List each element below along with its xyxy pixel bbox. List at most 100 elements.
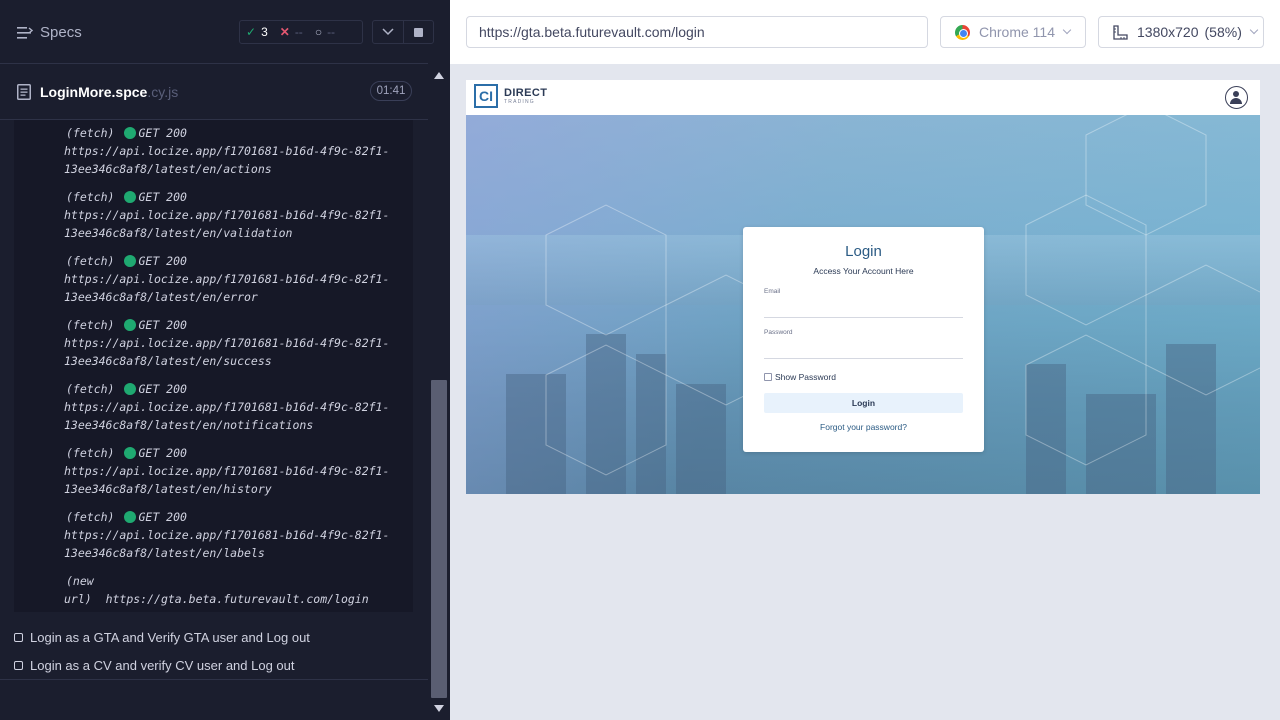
log-url: https://api.locize.app/f1701681-b16d-4f9… — [64, 208, 390, 240]
log-kind: (fetch) — [66, 446, 115, 460]
x-icon: ✕ — [279, 25, 290, 39]
login-subtitle: Access Your Account Here — [813, 266, 914, 276]
browser-name: Chrome 114 — [979, 24, 1056, 40]
stop-button[interactable] — [402, 21, 433, 43]
status-dot-icon — [124, 255, 137, 267]
log-url: https://api.locize.app/f1701681-b16d-4f9… — [64, 528, 390, 560]
cypress-runner: Specs ✓ 3 ✕ -- ○ -- LoginMore.spce.cy.js… — [0, 0, 1280, 720]
chevron-down-icon — [1062, 25, 1072, 35]
reporter-panel: Specs ✓ 3 ✕ -- ○ -- LoginMore.spce.cy.js… — [0, 0, 450, 720]
log-entry[interactable]: (fetch) GET 200 https://api.locize.app/f1… — [64, 252, 390, 306]
chevron-down-icon — [382, 28, 394, 36]
login-card: Login Access Your Account Here Email Pas… — [743, 227, 984, 452]
status-dot-icon — [124, 127, 137, 139]
log-url: https://api.locize.app/f1701681-b16d-4f9… — [64, 336, 390, 368]
url-field[interactable]: https://gta.beta.futurevault.com/login — [466, 16, 928, 48]
password-field[interactable] — [764, 345, 963, 359]
test-stats: ✓ 3 ✕ -- ○ -- — [239, 20, 363, 44]
collapse-button[interactable] — [373, 21, 403, 43]
log-kind: (fetch) — [66, 510, 115, 524]
spec-filename-base: LoginMore.spce — [40, 84, 148, 100]
new-url-label-1: (new — [66, 574, 94, 588]
log-kind: (fetch) — [66, 254, 115, 268]
status-dot-icon — [124, 319, 137, 331]
test-status-icon — [14, 660, 23, 670]
log-url: https://api.locize.app/f1701681-b16d-4f9… — [64, 400, 390, 432]
log-method: GET 200 — [138, 190, 187, 204]
new-url-value: https://gta.beta.futurevault.com/login — [105, 592, 369, 606]
app-header: CI DIRECT TRADING — [466, 80, 1260, 115]
log-entry[interactable]: (fetch) GET 200 https://api.locize.app/f1… — [64, 188, 390, 242]
log-method: GET 200 — [138, 446, 187, 460]
test-item[interactable]: Login as a GTA and Verify GTA user and L… — [0, 623, 428, 651]
forgot-password-link[interactable]: Forgot your password? — [743, 422, 984, 432]
email-field[interactable] — [764, 304, 963, 318]
log-method: GET 200 — [138, 254, 187, 268]
passed-count: 3 — [261, 25, 268, 39]
password-label: Password — [764, 329, 793, 336]
failed-stat: ✕ -- — [274, 25, 309, 39]
ci-logo-sub: TRADING — [504, 99, 535, 105]
scroll-thumb[interactable] — [431, 380, 447, 698]
hero-background: Login Access Your Account Here Email Pas… — [466, 115, 1260, 494]
status-dot-icon — [124, 447, 137, 459]
log-method: GET 200 — [138, 318, 187, 332]
aut-iframe: CI DIRECT TRADING Login Access Your Acco… — [466, 80, 1260, 494]
user-account-icon[interactable] — [1225, 86, 1248, 109]
show-password-checkbox[interactable] — [764, 373, 772, 381]
log-scrollbar[interactable] — [430, 64, 448, 720]
aut-panel: https://gta.beta.futurevault.com/login C… — [450, 0, 1280, 720]
email-label: Email — [764, 288, 781, 295]
log-url: https://api.locize.app/f1701681-b16d-4f9… — [64, 144, 390, 176]
login-button[interactable]: Login — [764, 393, 963, 413]
log-entry[interactable]: (fetch) GET 200 https://api.locize.app/f1… — [64, 124, 390, 178]
login-title: Login — [845, 243, 882, 260]
viewport-selector[interactable]: 1380x720 (58%) — [1098, 16, 1264, 48]
viewport-size: 1380x720 — [1137, 24, 1199, 40]
specs-menu-icon[interactable] — [17, 26, 33, 40]
log-entry[interactable]: (fetch) GET 200 https://api.locize.app/f1… — [64, 444, 389, 498]
failed-count: -- — [294, 25, 303, 39]
ci-logo-word: DIRECT — [504, 87, 548, 99]
chrome-icon — [955, 24, 970, 40]
test-title: Login as a CV and verify CV user and Log… — [30, 657, 295, 673]
spec-filename-ext: .cy.js — [147, 84, 179, 100]
document-icon — [17, 84, 31, 100]
chevron-down-icon — [1249, 25, 1259, 35]
scroll-down-arrow-icon[interactable] — [434, 705, 444, 712]
runner-controls — [372, 20, 434, 44]
browser-selector[interactable]: Chrome 114 — [940, 16, 1086, 48]
test-item[interactable]: Login as a CV and verify CV user and Log… — [0, 651, 428, 679]
new-url-entry[interactable]: (new url) https://gta.beta.futurevault.c… — [64, 572, 369, 608]
test-title: Login as a GTA and Verify GTA user and L… — [30, 629, 310, 645]
spec-filename: LoginMore.spce.cy.js — [40, 84, 178, 100]
log-method: GET 200 — [138, 510, 187, 524]
log-entry[interactable]: (fetch) GET 200 https://api.locize.app/f1… — [64, 508, 390, 562]
specs-label[interactable]: Specs — [40, 24, 82, 41]
test-status-icon — [14, 632, 23, 642]
show-password-toggle[interactable]: Show Password — [764, 372, 836, 382]
spec-header: LoginMore.spce.cy.js 01:41 — [0, 66, 428, 120]
show-password-label: Show Password — [775, 372, 836, 382]
new-url-label-2: url) — [64, 592, 92, 606]
log-entry[interactable]: (fetch) GET 200 https://api.locize.app/f1… — [64, 380, 390, 434]
status-dot-icon — [124, 191, 137, 203]
spinner-icon: ○ — [314, 25, 323, 39]
stop-icon — [413, 27, 423, 37]
viewport-scale: (58%) — [1204, 24, 1242, 40]
log-kind: (fetch) — [66, 190, 115, 204]
log-url: https://api.locize.app/f1701681-b16d-4f9… — [64, 272, 390, 304]
scroll-up-arrow-icon[interactable] — [434, 72, 444, 79]
divider — [0, 679, 428, 680]
log-entry[interactable]: (fetch) GET 200 https://api.locize.app/f1… — [64, 316, 390, 370]
ruler-icon — [1113, 24, 1128, 40]
spec-duration: 01:41 — [370, 81, 412, 101]
log-kind: (fetch) — [66, 126, 115, 140]
aut-toolbar: https://gta.beta.futurevault.com/login C… — [450, 0, 1280, 64]
passed-stat: ✓ 3 — [240, 25, 274, 39]
check-icon: ✓ — [246, 25, 257, 39]
reporter-header: Specs ✓ 3 ✕ -- ○ -- — [0, 0, 434, 64]
ci-logo-mark[interactable]: CI — [474, 84, 498, 108]
status-dot-icon — [124, 383, 137, 395]
pending-stat: ○ -- — [309, 25, 341, 39]
